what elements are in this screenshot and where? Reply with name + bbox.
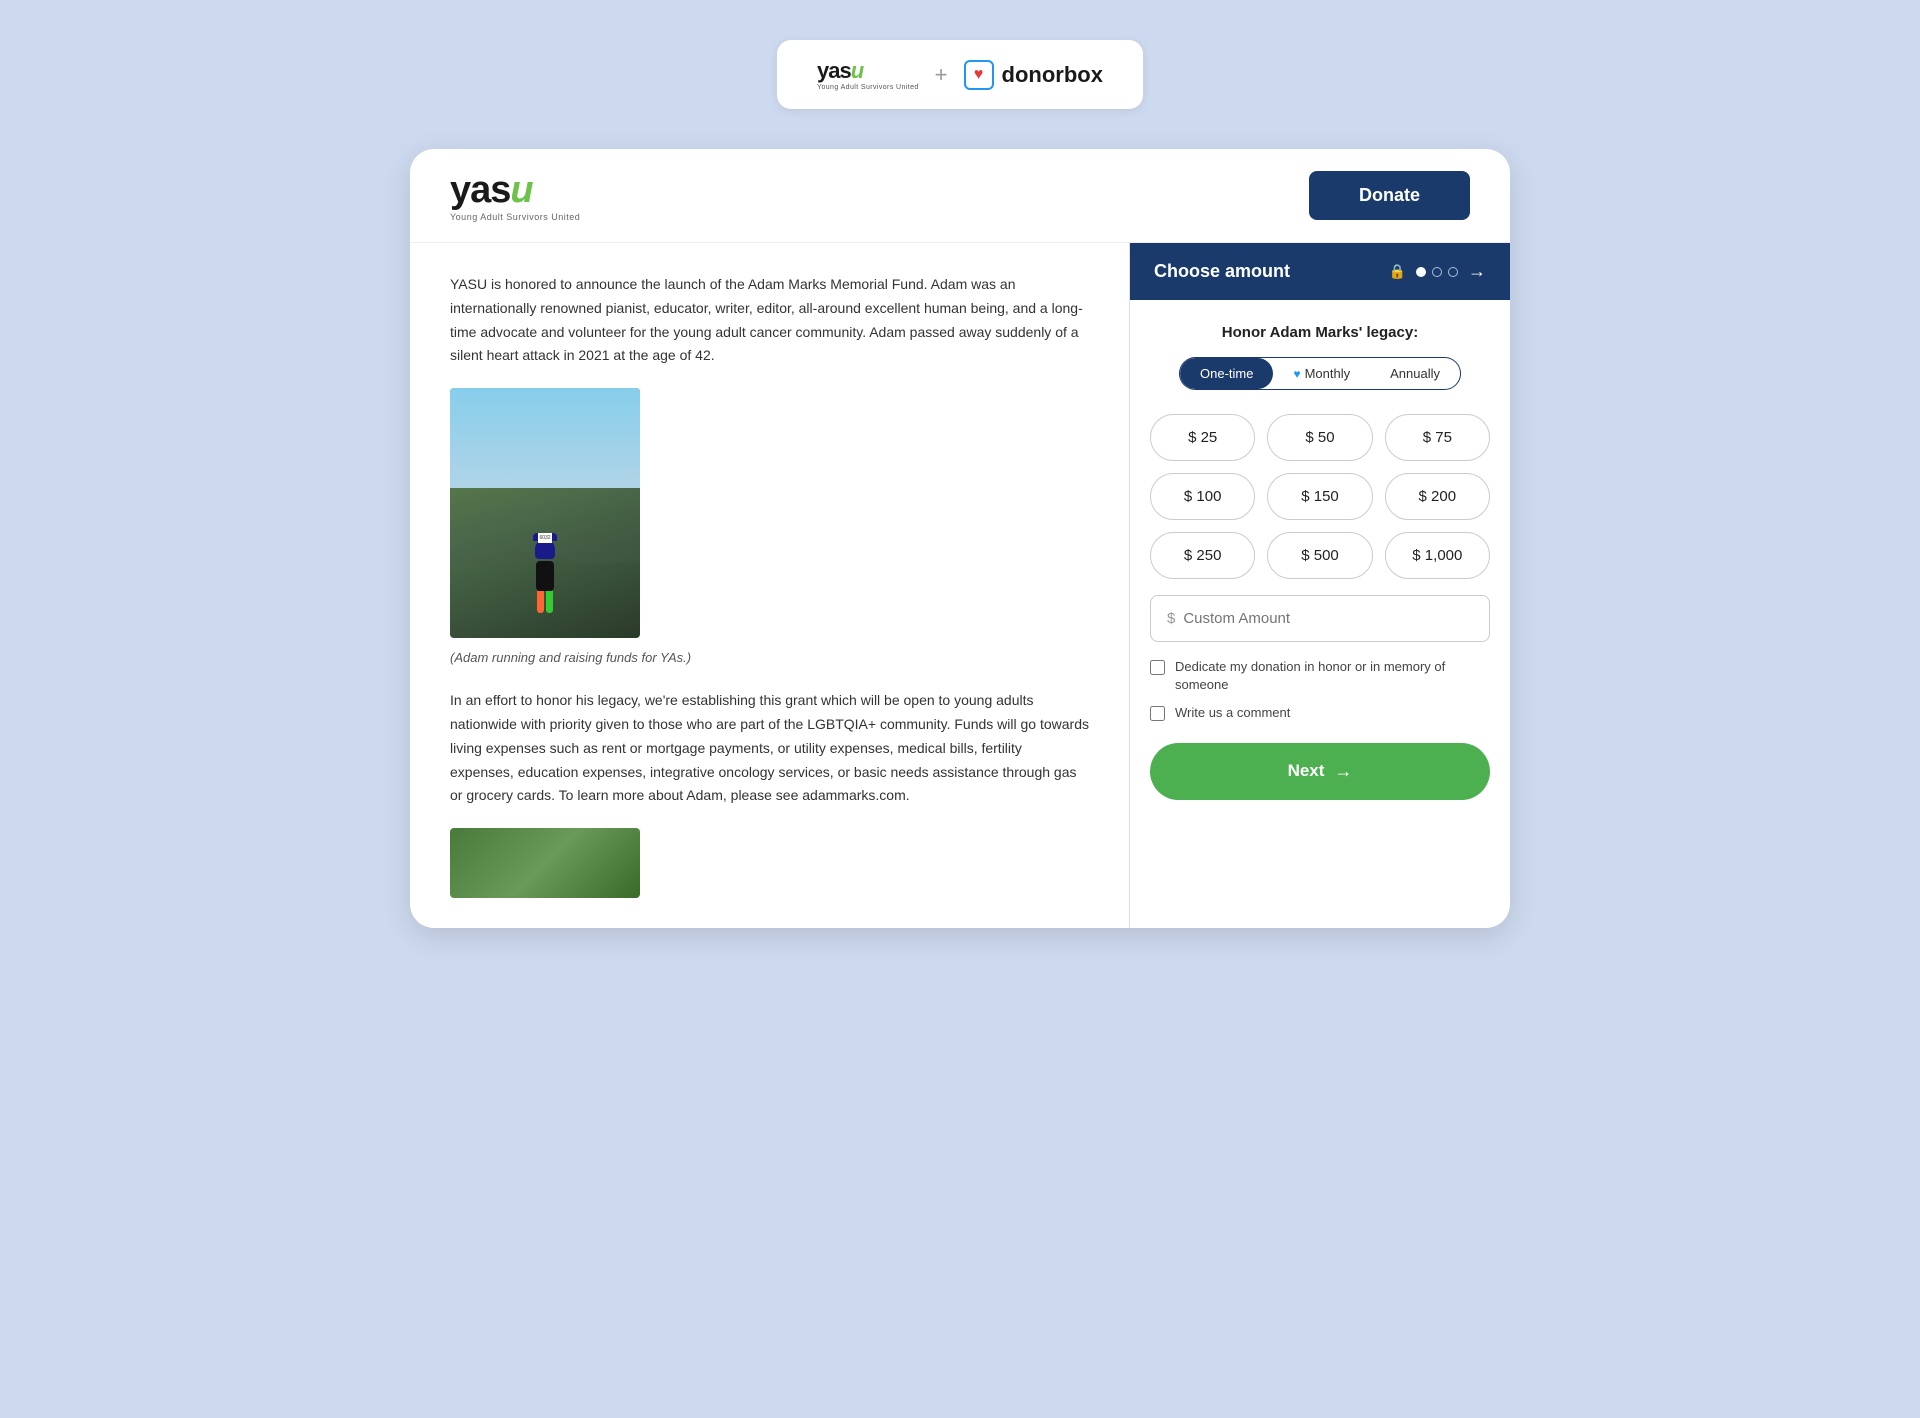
amount-75[interactable]: $ 75: [1385, 414, 1490, 461]
dedicate-label: Dedicate my donation in honor or in memo…: [1175, 658, 1490, 694]
amount-25[interactable]: $ 25: [1150, 414, 1255, 461]
donate-button[interactable]: Donate: [1309, 171, 1470, 220]
donorbox-text: donorbox: [1002, 62, 1103, 88]
amount-1000[interactable]: $ 1,000: [1385, 532, 1490, 579]
donorbox-icon: ♥: [964, 60, 994, 90]
yasu-main-subtitle: Young Adult Survivors United: [450, 212, 580, 222]
plus-separator: +: [935, 62, 948, 88]
lock-icon: 🔒: [1389, 263, 1406, 280]
comment-label: Write us a comment: [1175, 704, 1290, 722]
donation-header-icons: 🔒 →: [1389, 261, 1486, 282]
yasu-logo-text: yasu: [817, 58, 863, 84]
article-text-2: In an effort to honor his legacy, we're …: [450, 689, 1089, 808]
amount-500[interactable]: $ 500: [1267, 532, 1372, 579]
amount-50[interactable]: $ 50: [1267, 414, 1372, 461]
article-panel: YASU is honored to announce the launch o…: [410, 243, 1130, 928]
article-image-bottom: [450, 828, 640, 898]
yasu-logo-main: yasu Young Adult Survivors United: [450, 169, 580, 222]
dollar-sign: $: [1167, 610, 1175, 627]
checkbox-dedicate: Dedicate my donation in honor or in memo…: [1150, 658, 1490, 694]
custom-amount-wrapper: $: [1150, 595, 1490, 642]
amount-200[interactable]: $ 200: [1385, 473, 1490, 520]
tab-one-time[interactable]: One-time: [1180, 358, 1273, 389]
step-dot-1: [1416, 267, 1426, 277]
yasu-logo-top: yasu Young Adult Survivors United: [817, 58, 919, 91]
amount-150[interactable]: $ 150: [1267, 473, 1372, 520]
next-button-label: Next: [1288, 761, 1325, 781]
article-text-1: YASU is honored to announce the launch o…: [450, 273, 1089, 368]
donation-header: Choose amount 🔒 →: [1130, 243, 1510, 300]
honor-title: Honor Adam Marks' legacy:: [1150, 324, 1490, 341]
tab-annually[interactable]: Annually: [1370, 358, 1460, 389]
card-content: YASU is honored to announce the launch o…: [410, 243, 1510, 928]
checkbox-comment: Write us a comment: [1150, 704, 1490, 722]
heart-icon: ♥: [1293, 367, 1300, 381]
yasu-subtitle-top: Young Adult Survivors United: [817, 84, 919, 91]
article-photo: 6032: [450, 388, 640, 638]
yasu-main-logo-text: yasu: [450, 169, 533, 212]
checkbox-group: Dedicate my donation in honor or in memo…: [1150, 658, 1490, 723]
next-button[interactable]: Next →: [1150, 743, 1490, 800]
main-card: yasu Young Adult Survivors United Donate…: [410, 149, 1510, 928]
donation-panel: Choose amount 🔒 → Honor Adam Marks' lega…: [1130, 243, 1510, 928]
tab-monthly-label: Monthly: [1305, 366, 1351, 381]
step-dot-3: [1448, 267, 1458, 277]
donation-body: Honor Adam Marks' legacy: One-time ♥ Mon…: [1130, 300, 1510, 928]
comment-checkbox[interactable]: [1150, 706, 1165, 721]
amount-100[interactable]: $ 100: [1150, 473, 1255, 520]
dedicate-checkbox[interactable]: [1150, 660, 1165, 675]
frequency-tabs: One-time ♥ Monthly Annually: [1179, 357, 1461, 390]
card-header: yasu Young Adult Survivors United Donate: [410, 149, 1510, 243]
tab-monthly[interactable]: ♥ Monthly: [1273, 358, 1370, 389]
top-logo-bar: yasu Young Adult Survivors United + ♥ do…: [777, 40, 1143, 109]
next-arrow-icon: →: [1334, 761, 1352, 782]
step-dots: [1416, 267, 1458, 277]
custom-amount-input[interactable]: [1183, 610, 1473, 627]
amount-250[interactable]: $ 250: [1150, 532, 1255, 579]
amount-grid: $ 25 $ 50 $ 75 $ 100 $ 150 $ 200 $ 250 $…: [1150, 414, 1490, 579]
donorbox-logo: ♥ donorbox: [964, 60, 1103, 90]
next-step-arrow[interactable]: →: [1468, 261, 1486, 282]
article-image-caption: (Adam running and raising funds for YAs.…: [450, 650, 1089, 665]
step-dot-2: [1432, 267, 1442, 277]
choose-amount-title: Choose amount: [1154, 261, 1290, 282]
